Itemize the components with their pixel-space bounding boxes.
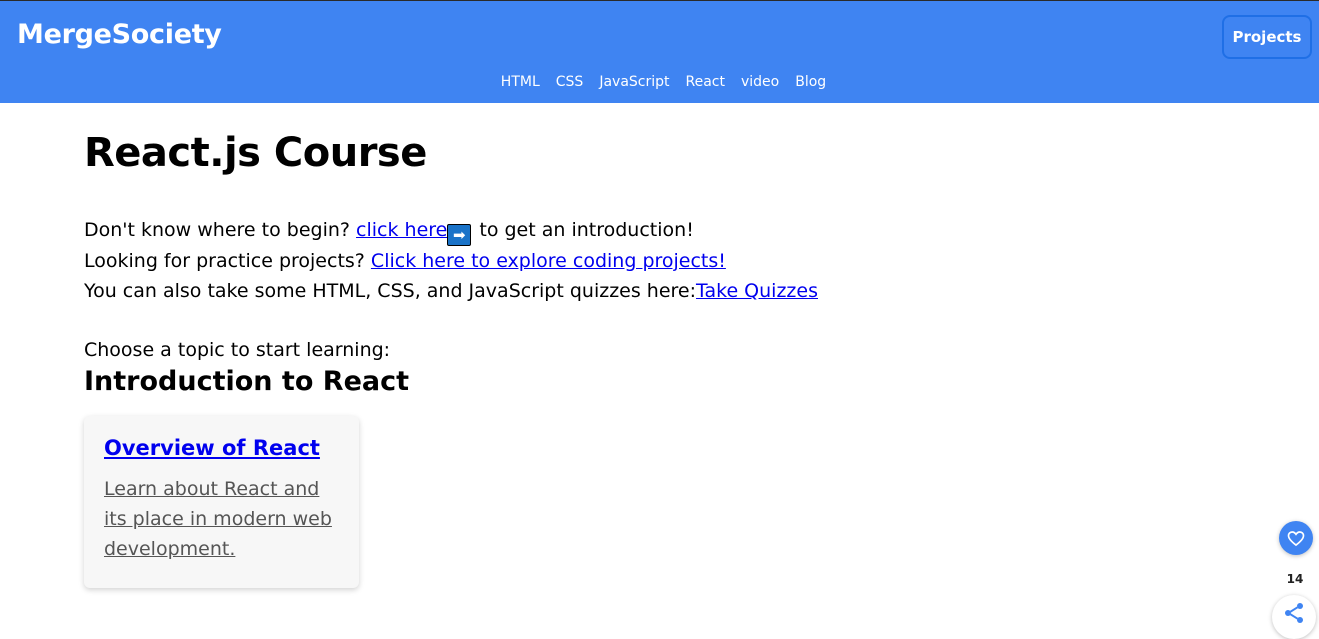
intro-line1-prefix: Don't know where to begin? xyxy=(84,219,357,241)
main-nav: HTML CSS JavaScript React video Blog xyxy=(0,74,1319,90)
like-button[interactable] xyxy=(1279,521,1313,555)
site-header: MergeSociety Projects HTML CSS JavaScrip… xyxy=(0,0,1319,103)
heart-icon xyxy=(1287,531,1305,547)
projects-button[interactable]: Projects xyxy=(1222,15,1312,59)
share-button[interactable] xyxy=(1272,595,1316,639)
nav-link-html[interactable]: HTML xyxy=(501,74,540,90)
card-description-link[interactable]: Learn about React and its place in moder… xyxy=(104,474,339,564)
intro-text: Don't know where to begin? click here ➡ t… xyxy=(84,215,818,306)
topic-card[interactable]: Overview of React Learn about React and … xyxy=(84,416,359,588)
section-title: Introduction to React xyxy=(84,366,410,397)
intro-line1-suffix: to get an introduction! xyxy=(473,219,694,241)
nav-link-blog[interactable]: Blog xyxy=(795,74,826,90)
page-title: React.js Course xyxy=(84,130,427,176)
intro-line2-prefix: Looking for practice projects? xyxy=(84,250,371,272)
take-quizzes-link[interactable]: Take Quizzes xyxy=(696,280,818,302)
share-icon xyxy=(1285,603,1303,623)
nav-link-react[interactable]: React xyxy=(686,74,725,90)
intro-line3-prefix: You can also take some HTML, CSS, and Ja… xyxy=(84,280,697,302)
choose-topic-text: Choose a topic to start learning: xyxy=(84,339,391,361)
card-title-link[interactable]: Overview of React xyxy=(104,436,339,460)
explore-projects-link[interactable]: Click here to explore coding projects! xyxy=(371,250,726,272)
right-arrow-icon: ➡ xyxy=(447,224,472,246)
nav-link-css[interactable]: CSS xyxy=(556,74,584,90)
like-count: 14 xyxy=(1280,566,1310,592)
nav-link-video[interactable]: video xyxy=(741,74,779,90)
nav-link-javascript[interactable]: JavaScript xyxy=(599,74,669,90)
intro-click-here-link[interactable]: click here xyxy=(356,219,447,241)
brand-logo[interactable]: MergeSociety xyxy=(17,19,222,50)
